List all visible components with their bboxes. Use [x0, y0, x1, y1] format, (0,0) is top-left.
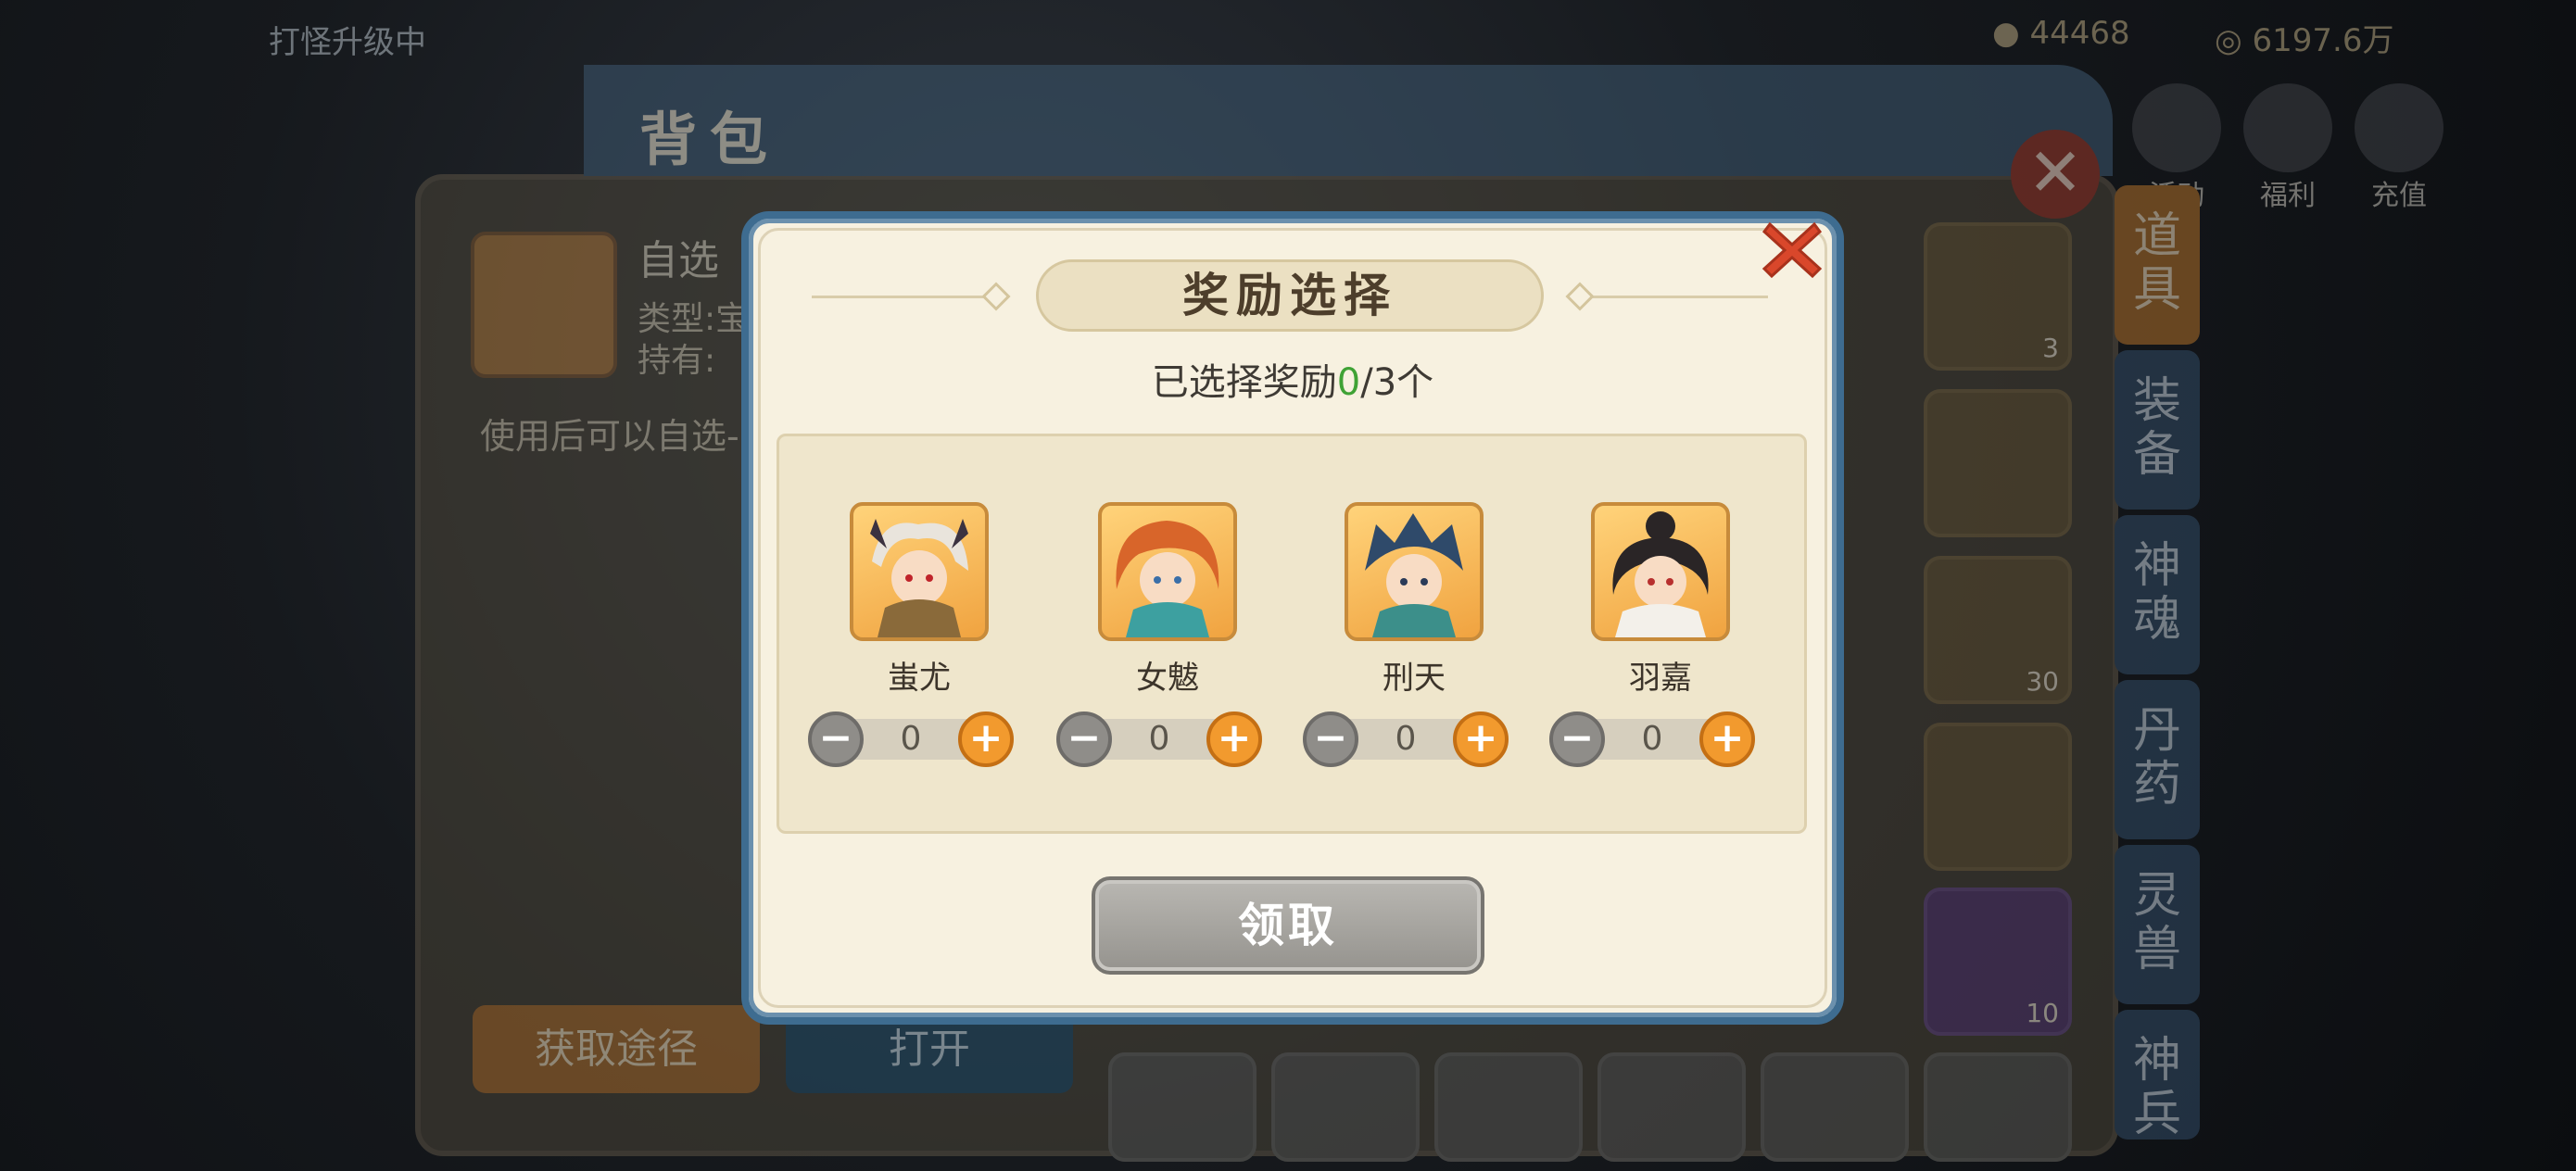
decrease-button[interactable]: −	[808, 711, 864, 767]
plus-icon: +	[1217, 714, 1252, 762]
dialog-title: 奖励选择	[1182, 268, 1397, 322]
reward-option-yujia: 羽嘉 − 0 +	[1549, 502, 1755, 780]
tab-items[interactable]: 道具	[2115, 185, 2200, 345]
bag-title-bar	[584, 65, 2113, 176]
hero-portrait[interactable]	[1098, 502, 1237, 641]
yuanbao-counter: ◎ 6197.6万	[2215, 22, 2394, 59]
activity-button[interactable]: 活动	[2126, 83, 2228, 212]
bag-item-slot[interactable]	[1434, 1052, 1583, 1162]
increase-button[interactable]: +	[1206, 711, 1262, 767]
minus-icon: −	[1313, 714, 1348, 762]
plus-icon: +	[1463, 714, 1498, 762]
bag-item-slot[interactable]	[1597, 1052, 1746, 1162]
reward-option-xingtian: 刑天 − 0 +	[1303, 502, 1509, 780]
decrease-button[interactable]: −	[1549, 711, 1605, 767]
hero-name: 刑天	[1383, 660, 1446, 697]
bag-item-slot[interactable]: 30	[1924, 556, 2072, 704]
minus-icon: −	[818, 714, 853, 762]
increase-button[interactable]: +	[958, 711, 1014, 767]
reward-option-nvba: 女魃 − 0 +	[1056, 502, 1262, 780]
title-ornament-right	[1583, 296, 1768, 298]
welfare-button[interactable]: 福利	[2237, 83, 2339, 212]
plus-icon: +	[968, 714, 1004, 762]
plus-icon: +	[1710, 714, 1745, 762]
bag-item-slot[interactable]	[1924, 389, 2072, 537]
item-owned: 持有:	[638, 342, 716, 380]
bag-item-slot[interactable]	[1108, 1052, 1256, 1162]
hero-portrait[interactable]	[1345, 502, 1484, 641]
tab-equipment[interactable]: 装备	[2115, 350, 2200, 510]
tab-weapons[interactable]: 神兵	[2115, 1010, 2200, 1141]
tab-pills[interactable]: 丹药	[2115, 680, 2200, 839]
close-icon: ✕	[2027, 133, 2084, 211]
bag-title: 背包	[639, 106, 781, 173]
reward-option-chiyou: 蚩尤 − 0 +	[808, 502, 1014, 780]
top-status-text: 打怪升级中	[269, 24, 426, 61]
claim-button-label: 领取	[1238, 899, 1338, 952]
dialog-close-button[interactable]	[1757, 215, 1827, 285]
minus-icon: −	[1067, 714, 1102, 762]
get-way-button[interactable]: 获取途径	[473, 1005, 760, 1093]
bag-item-slot[interactable]: 3	[1924, 222, 2072, 371]
item-description: 使用后可以自选-	[480, 416, 739, 457]
hero-portrait[interactable]	[1591, 502, 1730, 641]
yuanbao-icon: ◎	[2215, 22, 2242, 59]
gold-counter: ● 44468	[1992, 15, 2130, 52]
tab-beasts[interactable]: 灵兽	[2115, 845, 2200, 1004]
bag-close-button[interactable]: ✕	[2011, 130, 2100, 219]
title-ornament-left	[812, 296, 997, 298]
bag-item-slot[interactable]	[1271, 1052, 1420, 1162]
bag-item-slot[interactable]	[1761, 1052, 1909, 1162]
quantity-value: 0	[1148, 720, 1170, 758]
decrease-button[interactable]: −	[1056, 711, 1112, 767]
bag-item-slot[interactable]	[1924, 1052, 2072, 1162]
item-name: 自选	[638, 237, 719, 284]
increase-button[interactable]: +	[1453, 711, 1509, 767]
recharge-button[interactable]: 充值	[2348, 83, 2450, 212]
bag-item-slot[interactable]: 10	[1924, 888, 2072, 1036]
close-icon	[1762, 221, 1823, 279]
bag-item-slot[interactable]	[1924, 723, 2072, 871]
selection-count: 已选择奖励0/3个	[1151, 361, 1434, 404]
selected-item-icon	[471, 232, 617, 378]
quantity-value: 0	[900, 720, 922, 758]
quantity-stepper: − 0 +	[1303, 711, 1509, 767]
selected-count-value: 0	[1336, 361, 1361, 404]
hero-name: 羽嘉	[1629, 660, 1692, 697]
hero-name: 蚩尤	[888, 660, 951, 697]
hero-name: 女魃	[1136, 660, 1199, 697]
quantity-stepper: − 0 +	[1549, 711, 1755, 767]
increase-button[interactable]: +	[1699, 711, 1755, 767]
hero-portrait[interactable]	[850, 502, 989, 641]
gold-icon: ●	[1992, 15, 2020, 52]
quantity-stepper: − 0 +	[808, 711, 1014, 767]
quantity-value: 0	[1641, 720, 1663, 758]
quantity-value: 0	[1395, 720, 1417, 758]
minus-icon: −	[1559, 714, 1595, 762]
tab-soul[interactable]: 神魂	[2115, 515, 2200, 674]
decrease-button[interactable]: −	[1303, 711, 1358, 767]
quantity-stepper: − 0 +	[1056, 711, 1262, 767]
